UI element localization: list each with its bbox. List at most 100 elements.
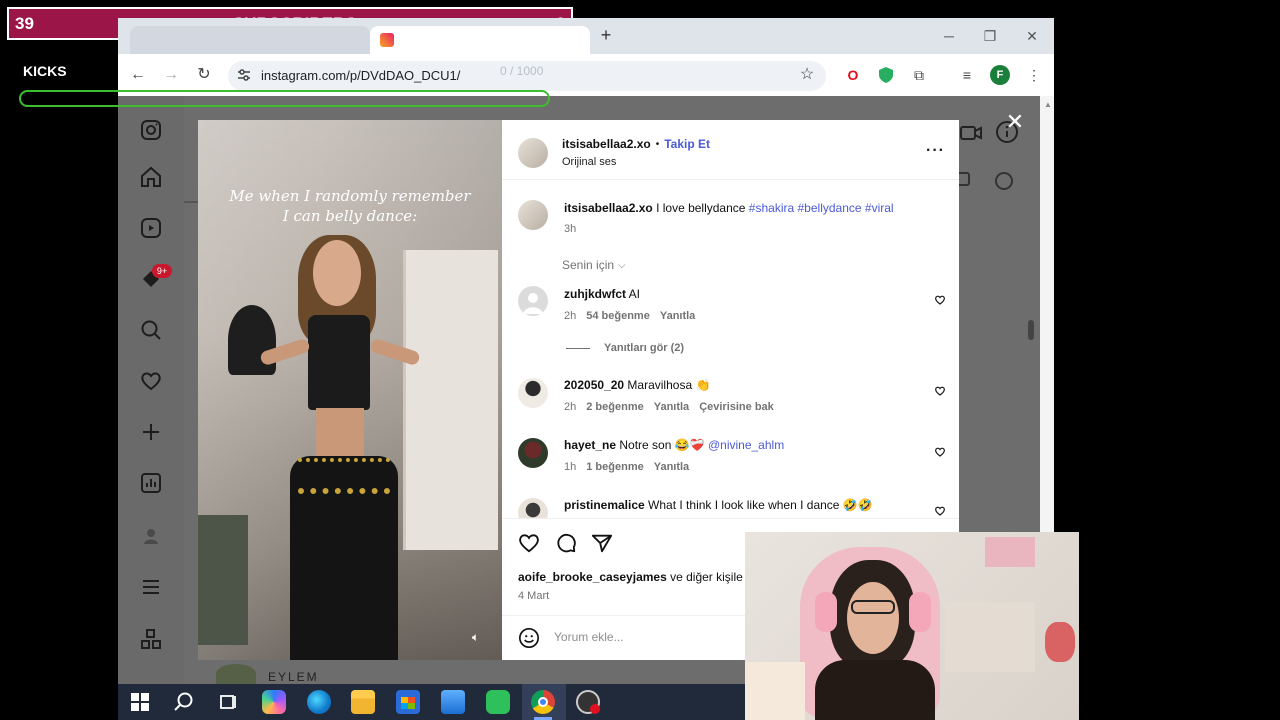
profile-avatar[interactable]: F (990, 65, 1010, 85)
comment-text: AI (628, 287, 641, 301)
comment-likes[interactable]: 1 beğenme (586, 461, 643, 473)
hashtag-link[interactable]: #viral (865, 201, 894, 215)
caption-username[interactable]: itsisabellaa2.xo (564, 201, 653, 215)
comment-avatar[interactable] (518, 438, 548, 468)
more-menu-icon[interactable] (139, 575, 163, 599)
caption-text: I love bellydance (656, 201, 746, 215)
create-plus-icon[interactable] (139, 420, 163, 444)
comment-input[interactable]: Yorum ekle... (554, 630, 624, 644)
liked-by-others[interactable]: ve diğer kişile (670, 570, 743, 584)
reply-button[interactable]: Yanıtla (654, 401, 689, 413)
like-heart-icon[interactable] (518, 532, 540, 554)
caption-row: itsisabellaa2.xo I love bellydance #shak… (564, 201, 894, 215)
comment-username[interactable]: hayet_ne (564, 438, 616, 452)
instagram-logo-icon[interactable] (139, 118, 163, 142)
more-options-icon[interactable]: ··· (926, 142, 945, 160)
author-avatar[interactable] (518, 138, 548, 168)
notification-badge: 9+ (152, 264, 172, 278)
see-translation-button[interactable]: Çevirisine bak (699, 401, 774, 413)
like-comment-heart-icon[interactable] (934, 505, 946, 517)
comment-meta: 2h 2 beğenme Yanıtla Çevirisine bak (564, 401, 774, 413)
search-icon[interactable] (139, 318, 163, 342)
comment-meta: 2h 54 beğenme Yanıtla (564, 310, 695, 322)
share-paper-plane-icon[interactable] (591, 532, 613, 554)
messaging-app-icon[interactable] (486, 690, 510, 714)
home-icon[interactable] (139, 165, 163, 189)
audio-label[interactable]: Orijinal ses (562, 156, 616, 168)
comment-username[interactable]: 202050_20 (564, 378, 624, 392)
new-tab-plus-icon[interactable]: + (596, 25, 616, 45)
reply-button[interactable]: Yanıtla (660, 310, 695, 322)
comment-likes[interactable]: 54 beğenme (586, 310, 650, 322)
shield-extension-icon[interactable] (877, 66, 895, 84)
tab-active[interactable] (370, 26, 590, 54)
kicks-progress-outline (19, 90, 550, 107)
comment-avatar-default[interactable] (518, 286, 548, 316)
restore-icon[interactable]: ❐ (980, 27, 1000, 45)
liked-by-username[interactable]: aoife_brooke_caseyjames (518, 570, 667, 584)
like-comment-heart-icon[interactable] (934, 294, 946, 306)
heart-icon[interactable] (139, 369, 163, 393)
comment-bubble-icon[interactable] (555, 532, 577, 554)
file-explorer-icon[interactable] (351, 690, 375, 714)
reels-icon[interactable] (139, 216, 163, 240)
follow-button[interactable]: Takip Et (664, 137, 710, 151)
windows-start-icon[interactable] (131, 693, 149, 711)
minimize-icon[interactable]: ─ (939, 27, 959, 45)
mail-icon[interactable] (441, 690, 465, 714)
site-info-icon[interactable] (236, 67, 252, 83)
comment-avatar[interactable] (518, 378, 548, 408)
like-comment-heart-icon[interactable] (934, 385, 946, 397)
profile-icon[interactable] (139, 524, 163, 548)
emoji-picker-icon[interactable] (518, 627, 540, 649)
opera-extension-icon[interactable]: O (844, 66, 862, 84)
background-username: EYLEM (268, 670, 319, 684)
comment-text: Maravilhosa 👏 (627, 378, 711, 392)
background-divider (184, 201, 198, 203)
sort-dropdown[interactable]: Senin için ⌵ (562, 258, 626, 272)
caption-avatar[interactable] (518, 200, 548, 230)
kicks-label: KICKS (23, 63, 67, 79)
url-text[interactable]: instagram.com/p/DVdDAO_DCU1/ (261, 68, 460, 83)
comment-username[interactable]: zuhjkdwfct (564, 287, 626, 301)
comment-likes[interactable]: 2 beğenme (586, 401, 643, 413)
media-controls-icon[interactable]: ≡ (958, 66, 976, 84)
hashtag-link[interactable]: #bellydance (798, 201, 862, 215)
windows-taskbar (118, 684, 745, 720)
mention-link[interactable]: @nivine_ahlm (708, 438, 784, 452)
author-username[interactable]: itsisabellaa2.xo (562, 137, 651, 151)
post-video[interactable]: Me when I randomly remember I can belly … (198, 120, 502, 660)
video-call-icon[interactable] (960, 122, 982, 144)
scroll-up-icon[interactable]: ▲ (1044, 100, 1052, 109)
comment-time: 1h (564, 461, 577, 473)
reload-icon[interactable]: ↻ (194, 65, 214, 85)
taskbar-search-icon[interactable] (173, 691, 195, 713)
volume-icon[interactable]: 🔈︎ (472, 630, 479, 645)
like-comment-heart-icon[interactable] (934, 446, 946, 458)
scrollbar-thumb[interactable] (1028, 320, 1034, 340)
close-window-icon[interactable]: ✕ (1022, 27, 1042, 45)
task-view-icon[interactable] (218, 692, 238, 712)
reply-button[interactable]: Yanıtla (654, 461, 689, 473)
threads-apps-icon[interactable] (139, 627, 163, 651)
instagram-favicon-icon (380, 33, 394, 47)
bookmark-star-icon[interactable]: ☆ (798, 66, 816, 84)
view-replies-button[interactable]: Yanıtları gör (2) (604, 342, 684, 354)
tab-inactive[interactable] (130, 26, 370, 54)
obs-studio-icon[interactable] (576, 690, 600, 714)
extensions-puzzle-icon[interactable]: ⧉ (910, 66, 928, 84)
dancer-top (308, 315, 370, 410)
chrome-browser-icon[interactable] (531, 690, 555, 714)
sort-label: Senin için (562, 258, 615, 272)
hashtag-link[interactable]: #shakira (749, 201, 794, 215)
copilot-icon[interactable] (262, 690, 286, 714)
dashboard-icon[interactable] (139, 471, 163, 495)
comment-avatar[interactable] (518, 498, 548, 518)
edge-browser-icon[interactable] (307, 690, 331, 714)
comment-username[interactable]: pristinemalice (564, 498, 645, 512)
back-arrow-icon[interactable]: ← (128, 65, 148, 85)
microsoft-store-icon[interactable] (396, 690, 420, 714)
menu-dots-icon[interactable]: ⋮ (1025, 66, 1043, 84)
forward-arrow-icon[interactable]: → (161, 65, 181, 85)
close-modal-icon[interactable]: ✕ (1003, 110, 1027, 134)
